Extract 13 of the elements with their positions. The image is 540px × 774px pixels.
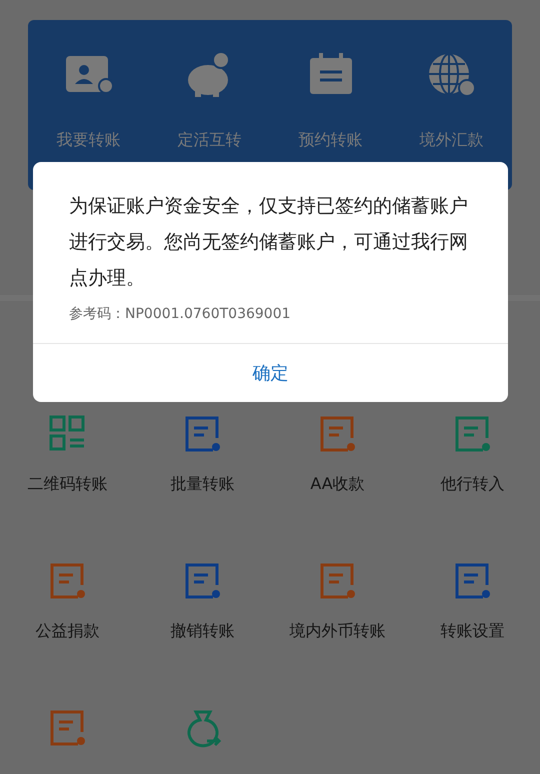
service-label[interactable]: 公益捐款 <box>36 619 100 643</box>
service-label[interactable]: 二维码转账 <box>28 472 108 496</box>
service-label[interactable]: 转账设置 <box>440 619 504 643</box>
confirm-button[interactable]: 确定 <box>232 344 308 402</box>
service-label[interactable]: 他行转入 <box>440 472 504 496</box>
service-label[interactable]: 境内外币转账 <box>290 619 386 643</box>
dialog-message: 为保证账户资金安全，仅支持已签约的储蓄账户进行交易。您尚无签约储蓄账户，可通过我行网点办理。 <box>69 194 469 291</box>
transfer-tile[interactable]: 定活互转 <box>149 50 270 190</box>
reference-code: 参考码：NP0001.0760T0369001 <box>69 305 292 324</box>
service-label[interactable]: 撤销转账 <box>170 619 234 643</box>
transfer-tile[interactable]: 预约转账 <box>270 50 391 190</box>
service-label[interactable]: 批量转账 <box>170 472 234 496</box>
service-label[interactable]: AA收款 <box>310 472 365 496</box>
